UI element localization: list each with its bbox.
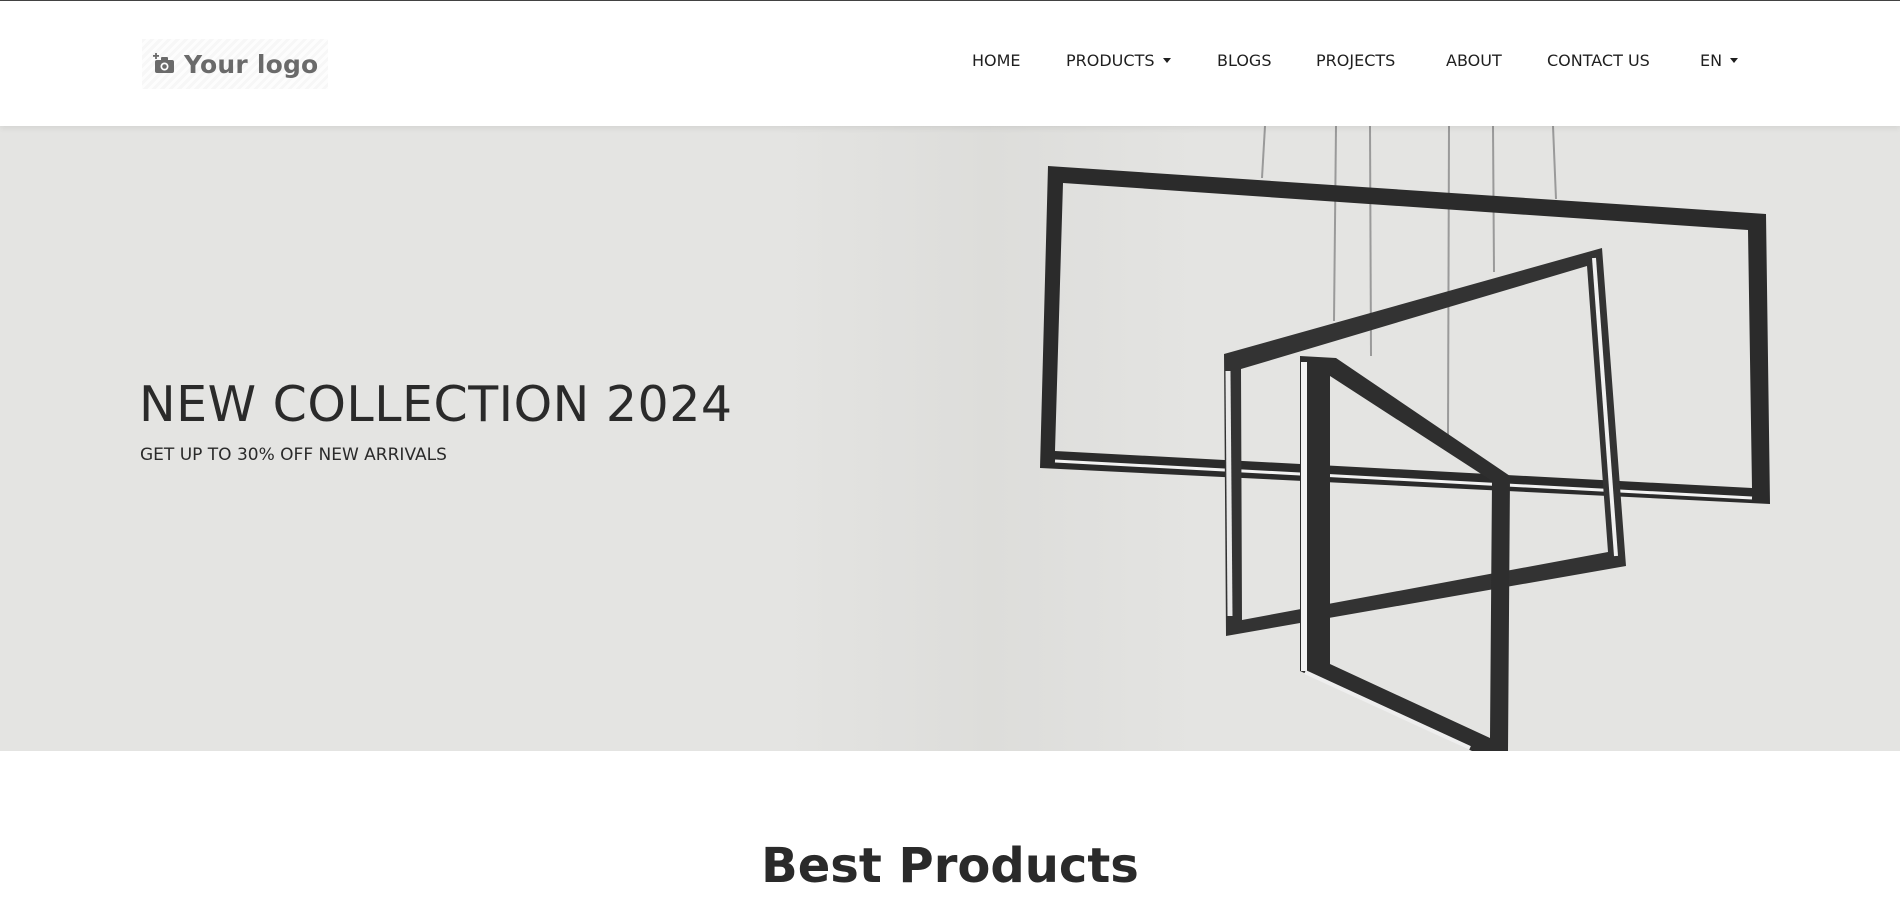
caret-down-icon xyxy=(1730,58,1739,63)
caret-down-icon xyxy=(1162,58,1171,63)
best-products-title: Best Products xyxy=(761,838,1139,894)
nav-home-label: HOME xyxy=(972,51,1021,70)
hero-title: NEW COLLECTION 2024 xyxy=(139,376,733,433)
nav-about[interactable]: ABOUT xyxy=(1446,51,1502,70)
language-selector[interactable]: EN xyxy=(1700,51,1739,70)
nav-projects-label: PROJECTS xyxy=(1316,51,1396,70)
nav-blogs-label: BLOGS xyxy=(1217,51,1272,70)
hero-banner[interactable]: NEW COLLECTION 2024 GET UP TO 30% OFF NE… xyxy=(0,126,1900,751)
hero-subtitle: GET UP TO 30% OFF NEW ARRIVALS xyxy=(140,445,447,465)
nav-products[interactable]: PRODUCTS xyxy=(1066,51,1171,70)
nav-contact-us[interactable]: CONTACT US xyxy=(1547,51,1650,70)
nav-blogs[interactable]: BLOGS xyxy=(1217,51,1271,70)
nav-products-label: PRODUCTS xyxy=(1066,51,1155,70)
nav-contact-label: CONTACT US xyxy=(1547,51,1650,70)
language-label: EN xyxy=(1700,51,1723,70)
site-header: Your logo HOME PRODUCTS BLOGS PROJECTS A… xyxy=(0,1,1900,126)
nav-projects[interactable]: PROJECTS xyxy=(1316,51,1395,70)
nav-about-label: ABOUT xyxy=(1446,51,1502,70)
chandelier-image xyxy=(1040,126,1770,751)
main-nav: HOME PRODUCTS BLOGS PROJECTS ABOUT CONTA… xyxy=(0,51,1900,77)
nav-home[interactable]: HOME xyxy=(972,51,1021,70)
